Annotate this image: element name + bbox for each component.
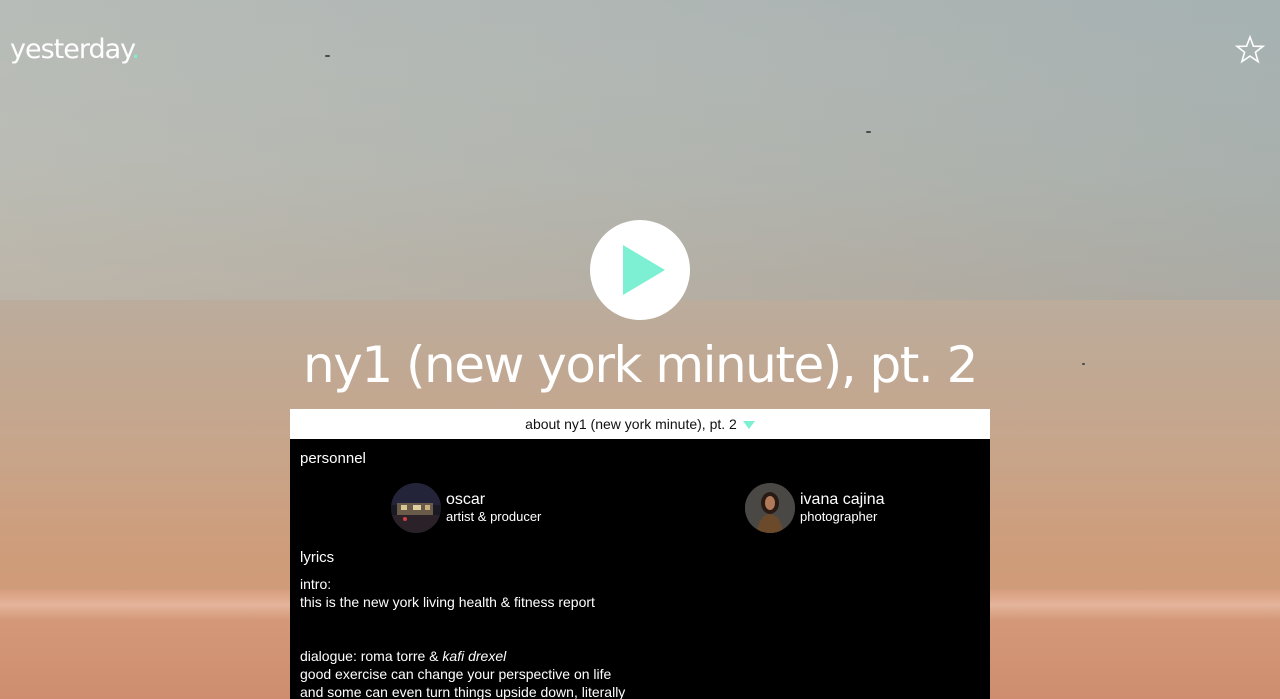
lyric-line: and some can even turn things upside dow… bbox=[300, 684, 626, 699]
person-ivana-cajina[interactable]: ivana cajina photographer bbox=[745, 483, 885, 533]
play-icon bbox=[623, 245, 665, 295]
lyric-line: this is the new york living health & fit… bbox=[300, 594, 595, 610]
dialogue-speaker-italic: kafi drexel bbox=[442, 648, 507, 664]
lyrics-heading: lyrics bbox=[300, 549, 335, 566]
bird-2 bbox=[866, 131, 871, 133]
about-toggle[interactable]: about ny1 (new york minute), pt. 2 bbox=[290, 409, 990, 439]
dialogue-label: dialogue: roma torre & kafi drexel bbox=[300, 647, 980, 665]
person-role: artist & producer bbox=[446, 509, 542, 524]
favorite-button[interactable] bbox=[1234, 34, 1266, 66]
star-outline-icon bbox=[1234, 34, 1266, 64]
about-label: about ny1 (new york minute), pt. 2 bbox=[525, 416, 737, 432]
play-button[interactable] bbox=[590, 220, 690, 320]
caret-down-icon bbox=[742, 421, 755, 430]
bird-1 bbox=[325, 55, 330, 57]
brand-dot: . bbox=[131, 34, 140, 65]
person-role: photographer bbox=[800, 509, 878, 524]
brand-logo[interactable]: yesterday. bbox=[10, 34, 140, 65]
avatar bbox=[745, 483, 795, 533]
brand-name: yesterday bbox=[10, 34, 132, 65]
intro-label: intro: bbox=[300, 576, 332, 592]
person-name: oscar bbox=[446, 491, 486, 508]
personnel-heading: personnel bbox=[300, 450, 366, 467]
song-title: ny1 (new york minute), pt. 2 bbox=[303, 336, 978, 394]
lyrics-body: intro: this is the new york living healt… bbox=[300, 575, 980, 699]
person-name: ivana cajina bbox=[800, 491, 885, 508]
avatar bbox=[391, 483, 441, 533]
dialogue-speakers: dialogue: roma torre & bbox=[300, 648, 443, 664]
about-panel: personnel oscar artist & producer ivana … bbox=[290, 439, 990, 699]
person-oscar[interactable]: oscar artist & producer bbox=[391, 483, 541, 533]
lyric-line: good exercise can change your perspectiv… bbox=[300, 666, 612, 682]
